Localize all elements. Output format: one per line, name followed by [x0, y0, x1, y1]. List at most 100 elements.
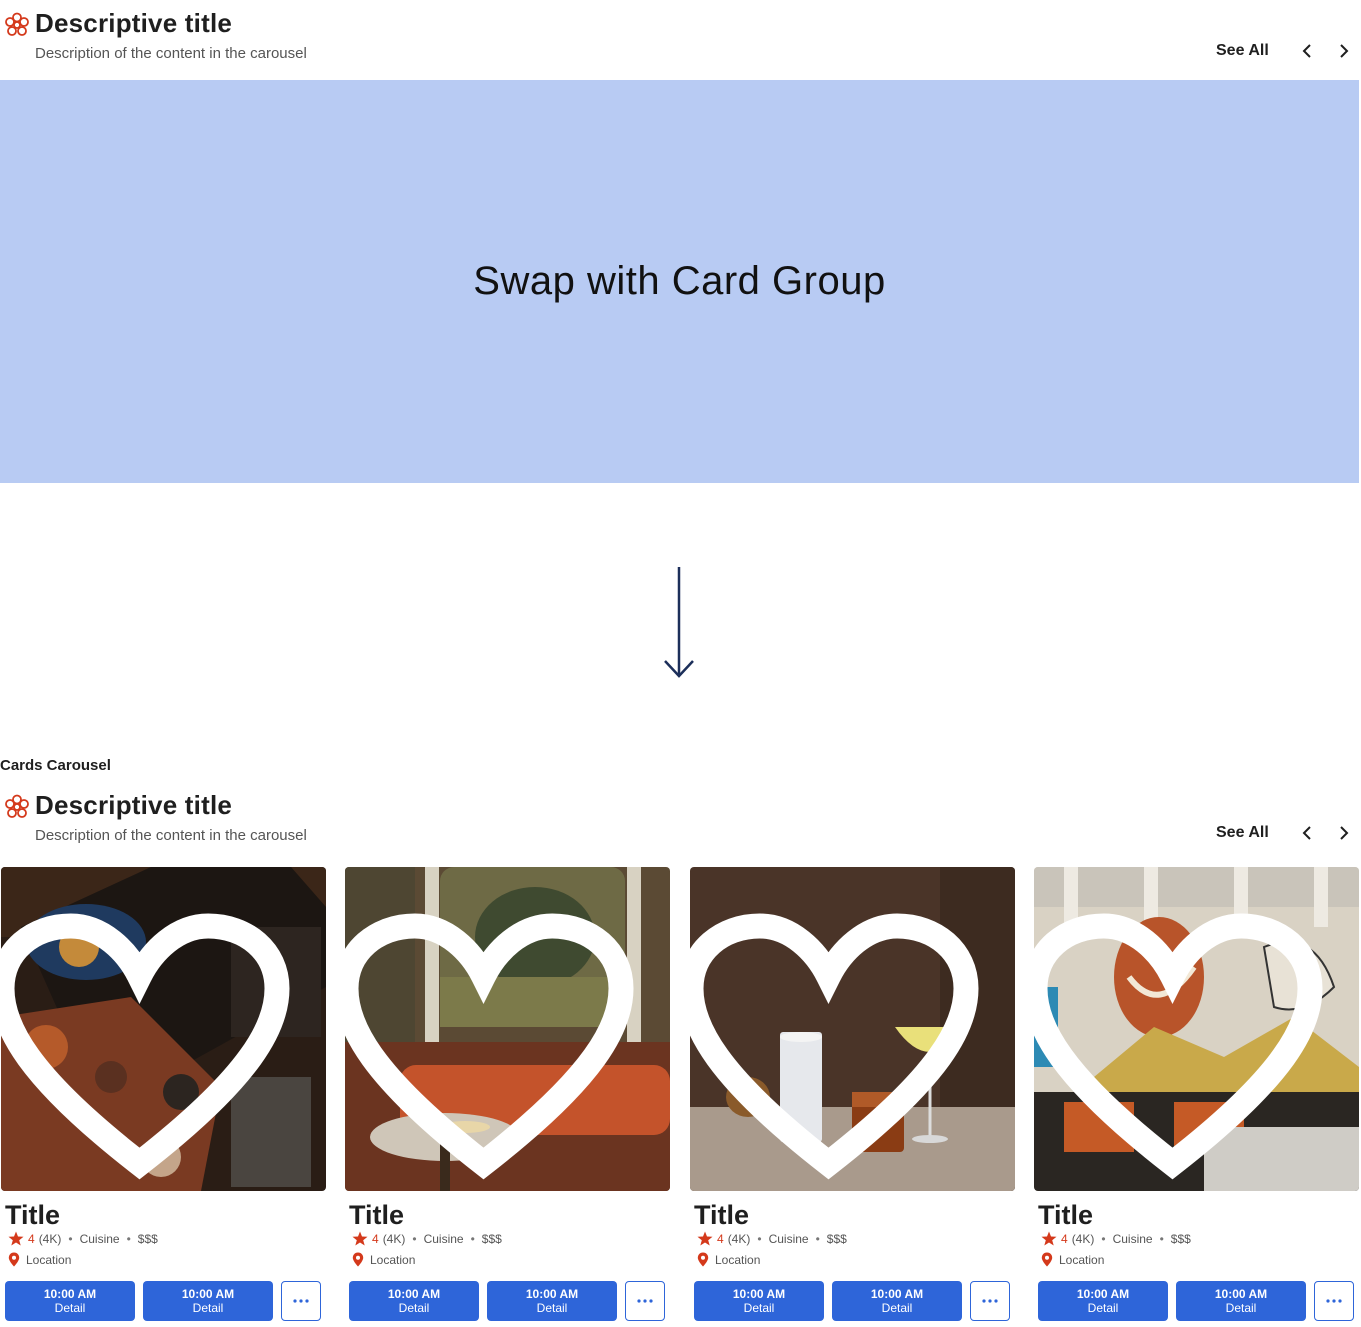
chevron-left-icon [1302, 826, 1311, 840]
slot-time: 10:00 AM [525, 1287, 579, 1301]
card-meta: 4 (4K) • Cuisine • $$$ [352, 1231, 502, 1246]
star-icon [352, 1231, 368, 1246]
price-label: $$$ [826, 1231, 847, 1246]
separator-dot: • [126, 1231, 131, 1246]
carousel-next-button[interactable] [1333, 822, 1355, 844]
carousel-prev-button[interactable] [1296, 822, 1318, 844]
review-count: (4K) [38, 1231, 62, 1246]
map-pin-icon [8, 1252, 20, 1267]
carousel-prev-button[interactable] [1296, 40, 1318, 62]
location-label: Location [370, 1252, 416, 1267]
price-label: $$$ [481, 1231, 502, 1246]
location-label: Location [715, 1252, 761, 1267]
slot-detail: Detail [398, 1301, 430, 1315]
slot-time: 10:00 AM [43, 1287, 97, 1301]
card-meta: 4 (4K) • Cuisine • $$$ [697, 1231, 847, 1246]
review-count: (4K) [727, 1231, 751, 1246]
slot-time: 10:00 AM [181, 1287, 235, 1301]
separator-dot: • [470, 1231, 475, 1246]
restaurant-card[interactable]: Title 4 (4K) • Cuisine • $$$ Location 10… [1, 867, 326, 1327]
carousel-description: Description of the content in the carous… [35, 45, 307, 62]
carousel-title: Descriptive title [35, 790, 233, 820]
card-location: Location [8, 1252, 71, 1267]
time-slot-button[interactable]: 10:00 AM Detail [832, 1281, 962, 1321]
slot-detail: Detail [192, 1301, 224, 1315]
slot-detail: Detail [743, 1301, 775, 1315]
restaurant-card[interactable]: Title 4 (4K) • Cuisine • $$$ Location 10… [1034, 867, 1359, 1327]
slot-detail: Detail [54, 1301, 86, 1315]
heart-icon[interactable] [1, 889, 302, 1191]
more-icon [293, 1299, 309, 1303]
location-label: Location [1059, 1252, 1105, 1267]
location-label: Location [26, 1252, 72, 1267]
heart-icon[interactable] [1034, 889, 1335, 1191]
more-times-button[interactable] [970, 1281, 1010, 1321]
card-group-placeholder: Swap with Card Group [0, 80, 1359, 483]
map-pin-icon [352, 1252, 364, 1267]
heart-icon[interactable] [345, 889, 646, 1191]
card-image[interactable] [690, 867, 1015, 1191]
card-image[interactable] [1, 867, 326, 1191]
time-slot-button[interactable]: 10:00 AM Detail [694, 1281, 824, 1321]
slot-time: 10:00 AM [1214, 1287, 1268, 1301]
card-location: Location [1041, 1252, 1104, 1267]
more-times-button[interactable] [281, 1281, 321, 1321]
carousel-next-button[interactable] [1333, 40, 1355, 62]
card-image[interactable] [1034, 867, 1359, 1191]
card-title: Title [349, 1200, 405, 1230]
carousel-description: Description of the content in the carous… [35, 827, 307, 844]
time-slot-button[interactable]: 10:00 AM Detail [1038, 1281, 1168, 1321]
time-slot-button[interactable]: 10:00 AM Detail [349, 1281, 479, 1321]
separator-dot: • [757, 1231, 762, 1246]
heart-icon[interactable] [690, 889, 991, 1191]
restaurant-card[interactable]: Title 4 (4K) • Cuisine • $$$ Location 10… [690, 867, 1015, 1327]
map-pin-icon [1041, 1252, 1053, 1267]
see-all-link[interactable]: See All [1216, 42, 1269, 60]
star-icon [1041, 1231, 1057, 1246]
time-slot-button[interactable]: 10:00 AM Detail [1176, 1281, 1306, 1321]
more-icon [1326, 1299, 1342, 1303]
price-label: $$$ [1170, 1231, 1191, 1246]
separator-dot: • [1101, 1231, 1106, 1246]
time-slot-button[interactable]: 10:00 AM Detail [143, 1281, 273, 1321]
more-icon [637, 1299, 653, 1303]
star-icon [8, 1231, 24, 1246]
card-meta: 4 (4K) • Cuisine • $$$ [8, 1231, 158, 1246]
slot-time: 10:00 AM [1076, 1287, 1130, 1301]
rating-value: 4 [28, 1231, 35, 1246]
carousel-title: Descriptive title [35, 8, 233, 38]
slot-time: 10:00 AM [870, 1287, 924, 1301]
separator-dot: • [1159, 1231, 1164, 1246]
separator-dot: • [412, 1231, 417, 1246]
card-image[interactable] [345, 867, 670, 1191]
star-icon [697, 1231, 713, 1246]
slot-time: 10:00 AM [732, 1287, 786, 1301]
card-location: Location [697, 1252, 760, 1267]
map-pin-icon [697, 1252, 709, 1267]
card-title: Title [694, 1200, 750, 1230]
card-meta: 4 (4K) • Cuisine • $$$ [1041, 1231, 1191, 1246]
time-slot-button[interactable]: 10:00 AM Detail [5, 1281, 135, 1321]
arrow-down-icon [664, 567, 694, 678]
see-all-link[interactable]: See All [1216, 824, 1269, 842]
time-slot-button[interactable]: 10:00 AM Detail [487, 1281, 617, 1321]
price-label: $$$ [137, 1231, 158, 1246]
restaurant-card[interactable]: Title 4 (4K) • Cuisine • $$$ Location 10… [345, 867, 670, 1327]
more-times-button[interactable] [625, 1281, 665, 1321]
flower-icon [5, 12, 29, 36]
more-icon [982, 1299, 998, 1303]
section-label: Cards Carousel [0, 757, 111, 774]
more-times-button[interactable] [1314, 1281, 1354, 1321]
card-title: Title [1038, 1200, 1094, 1230]
review-count: (4K) [1071, 1231, 1095, 1246]
slot-detail: Detail [1225, 1301, 1257, 1315]
card-title: Title [5, 1200, 61, 1230]
chevron-right-icon [1340, 826, 1349, 840]
slot-detail: Detail [536, 1301, 568, 1315]
rating-value: 4 [1061, 1231, 1068, 1246]
review-count: (4K) [382, 1231, 406, 1246]
slot-detail: Detail [881, 1301, 913, 1315]
cuisine-label: Cuisine [79, 1231, 120, 1246]
placeholder-text: Swap with Card Group [473, 259, 886, 303]
cuisine-label: Cuisine [423, 1231, 464, 1246]
